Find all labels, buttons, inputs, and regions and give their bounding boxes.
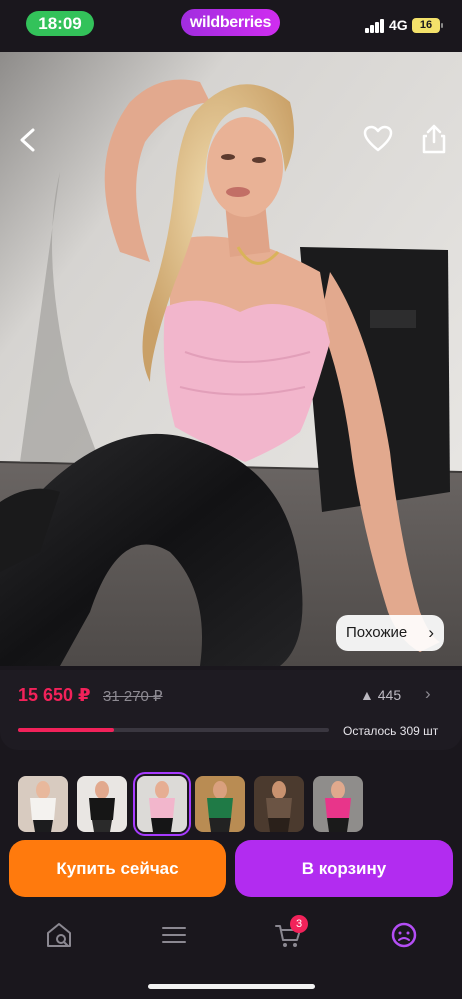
current-price: 15 650 ₽ [18,685,91,705]
back-button[interactable] [10,122,46,158]
variant-thumbnail[interactable] [77,776,127,832]
similar-button[interactable]: Похожие › [336,615,444,651]
variant-thumbnail-selected[interactable] [137,776,187,832]
profile-icon[interactable] [389,920,419,950]
rank-value: 445 [377,687,402,703]
chevron-right-icon[interactable]: › [425,684,431,704]
brand-logo: wildberries [181,9,280,36]
home-indicator[interactable] [148,984,315,989]
price-card: 15 650 ₽ 31 270 ₽ ▲ 445 › Осталось 309 ш… [0,670,462,750]
favorite-heart-icon[interactable] [361,122,395,156]
add-to-cart-button[interactable]: В корзину [235,840,453,897]
triangle-up-icon: ▲ [360,687,374,703]
catalog-menu-icon[interactable] [159,920,189,950]
battery-icon: 16 [412,18,443,33]
variant-thumbnail[interactable] [313,776,363,832]
signal-icon [365,19,385,33]
variant-thumbnails [0,770,462,836]
stock-progress-fill [18,728,115,732]
old-price: 31 270 ₽ [103,688,163,705]
cart-count-badge: 3 [290,915,308,933]
stock-remaining: Осталось 309 шт [343,724,439,738]
rank-indicator[interactable]: ▲ 445 [360,687,401,703]
variant-thumbnail[interactable] [254,776,304,832]
product-photo[interactable] [0,52,462,666]
network-label: 4G [389,17,408,33]
variant-thumbnail[interactable] [195,776,245,832]
buy-now-button[interactable]: Купить сейчас [9,840,226,897]
stock-progress-bar [18,728,329,732]
status-bar: 18:09 wildberries 4G 16 [0,0,462,50]
similar-label: Похожие [346,624,408,641]
chevron-right-icon: › [428,623,434,642]
status-time: 18:09 [26,11,94,36]
share-icon[interactable] [417,122,451,156]
variant-thumbnail[interactable] [18,776,68,832]
home-search-icon[interactable] [44,920,74,950]
